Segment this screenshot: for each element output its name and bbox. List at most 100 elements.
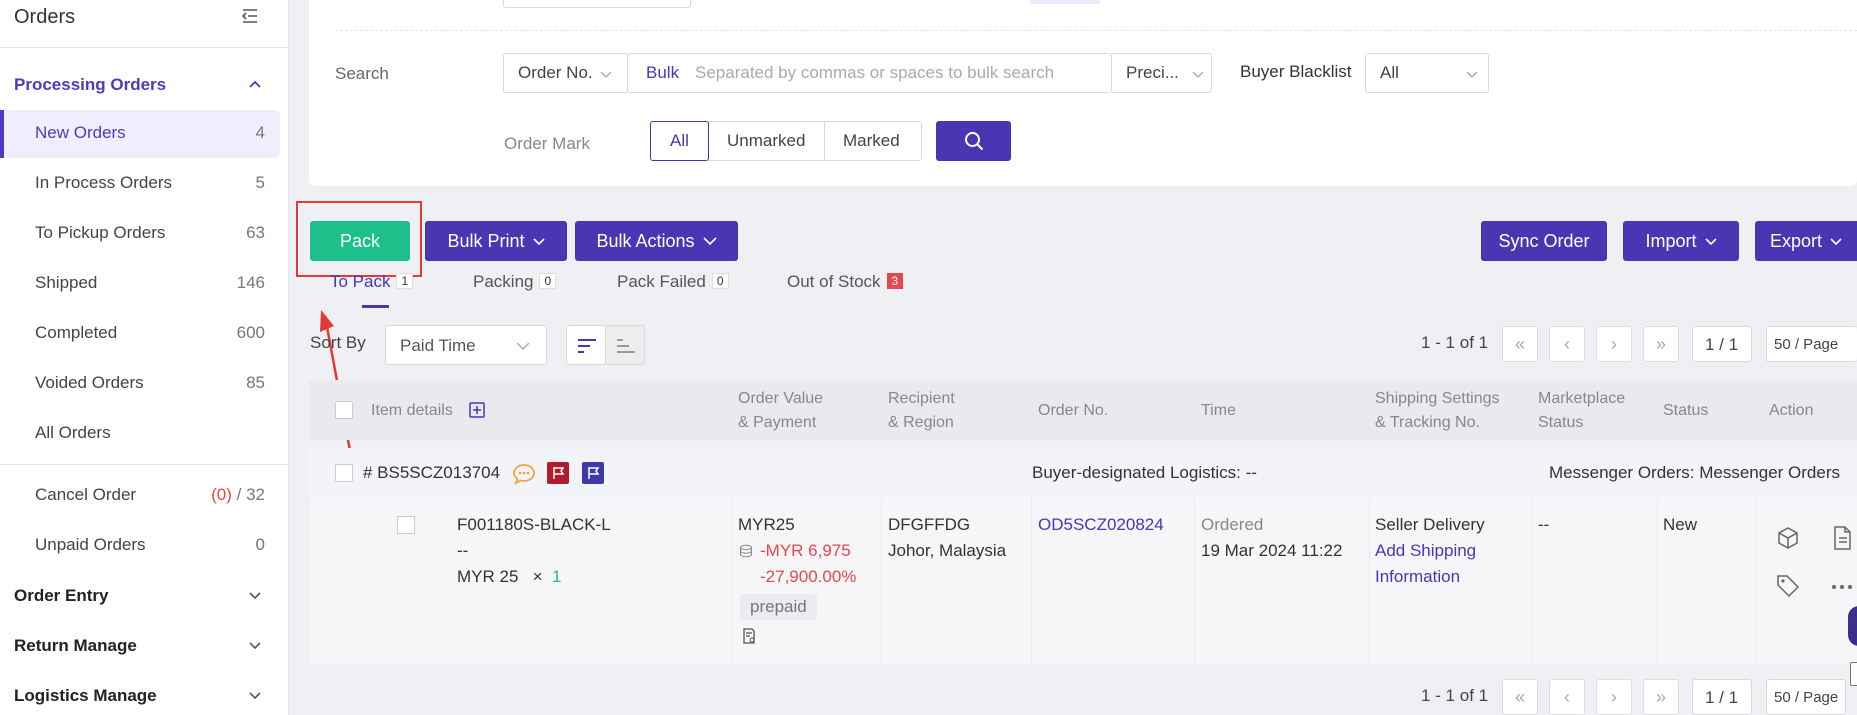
- chevron-up-icon[interactable]: [248, 77, 262, 91]
- chat-icon[interactable]: [512, 463, 536, 485]
- bulk-print-button[interactable]: Bulk Print: [425, 221, 567, 261]
- sidebar-item-unpaid-orders[interactable]: Unpaid Orders 0: [0, 522, 280, 570]
- search-label: Search: [335, 64, 389, 83]
- search-button[interactable]: [936, 121, 1011, 161]
- chevron-down-icon[interactable]: [248, 688, 262, 702]
- sidebar-item-completed[interactable]: Completed 600: [0, 310, 280, 358]
- sort-desc-button[interactable]: [566, 325, 606, 365]
- sidebar-item-count: 4: [255, 123, 265, 142]
- first-page-button[interactable]: «: [1502, 326, 1538, 362]
- time-label: Ordered: [1201, 515, 1264, 534]
- first-page-button[interactable]: «: [1502, 679, 1538, 715]
- sidebar-item-count: (0) / 32: [211, 485, 265, 504]
- filter-field-partial[interactable]: [503, 0, 691, 8]
- precision-select[interactable]: Preci...: [1111, 53, 1212, 93]
- sidebar-item-label: In Process Orders: [35, 173, 172, 192]
- chevron-down-icon: [1830, 238, 1842, 246]
- tab-packing[interactable]: Packing 0: [473, 272, 557, 292]
- expand-plus-icon[interactable]: [469, 402, 485, 418]
- sidebar-item-label: New Orders: [35, 123, 126, 142]
- search-type-select[interactable]: Order No.: [503, 53, 628, 93]
- messenger-info: Messenger Orders: Messenger Orders: [1549, 463, 1840, 482]
- flag-red-icon[interactable]: [547, 462, 569, 484]
- tag-icon[interactable]: [1776, 574, 1800, 598]
- sidebar-item-new-orders[interactable]: New Orders 4: [0, 110, 280, 158]
- last-page-button[interactable]: »: [1643, 679, 1679, 715]
- prev-page-button[interactable]: ‹: [1549, 679, 1585, 715]
- bulk-actions-button[interactable]: Bulk Actions: [575, 221, 738, 261]
- pagination-range-bottom: 1 - 1 of 1: [1421, 686, 1489, 705]
- order-id[interactable]: # BS5SCZ013704: [363, 463, 500, 483]
- profit-value: -MYR 6,975: [760, 541, 851, 560]
- sidebar-item-label: To Pickup Orders: [35, 223, 166, 242]
- payment-badge: prepaid: [740, 594, 817, 620]
- chevron-down-icon[interactable]: [248, 638, 262, 652]
- pagination-range: 1 - 1 of 1: [1421, 333, 1489, 352]
- next-page-button[interactable]: ›: [1596, 679, 1632, 715]
- next-page-button[interactable]: ›: [1596, 326, 1632, 362]
- page-number-input[interactable]: 1 / 1: [1692, 326, 1752, 362]
- chevron-down-icon: [702, 237, 717, 246]
- header-time: Time: [1201, 402, 1236, 419]
- page-number-input-bottom[interactable]: 1 / 1: [1692, 679, 1752, 715]
- search-placeholder: Separated by commas or spaces to bulk se…: [695, 63, 1055, 82]
- document-icon[interactable]: [1831, 526, 1853, 550]
- sidebar-item-label: All Orders: [35, 423, 111, 442]
- flag-blue-icon[interactable]: [582, 462, 604, 484]
- package-icon[interactable]: [1776, 526, 1800, 550]
- header-status: Status: [1663, 402, 1709, 419]
- profit-percentage: -27,900.00%: [760, 567, 857, 586]
- last-page-button[interactable]: »: [1643, 326, 1679, 362]
- bulk-label[interactable]: Bulk: [646, 63, 679, 83]
- tab-to-pack[interactable]: To Pack 1: [330, 272, 414, 292]
- prev-page-button[interactable]: ‹: [1549, 326, 1585, 362]
- sidebar-item-to-pickup-orders[interactable]: To Pickup Orders 63: [0, 210, 280, 258]
- sort-desc-icon: [578, 339, 596, 353]
- chevron-down-icon: [1704, 238, 1717, 246]
- sort-asc-button[interactable]: [605, 325, 645, 365]
- header-item-details: Item details: [371, 402, 453, 419]
- order-mark-marked[interactable]: Marked: [824, 121, 922, 161]
- table-header: Item details Order Value & Payment Recipi…: [309, 380, 1857, 440]
- sort-select[interactable]: Paid Time: [385, 325, 547, 365]
- export-button[interactable]: Export: [1755, 221, 1857, 261]
- floating-assistant-widget[interactable]: [1848, 606, 1857, 646]
- order-no-link[interactable]: OD5SCZ020824: [1038, 512, 1164, 538]
- header-marketplace-status: Marketplace Status: [1538, 390, 1626, 431]
- add-shipping-link[interactable]: Add Shipping Information: [1375, 538, 1476, 590]
- floating-side-tab[interactable]: [1850, 662, 1857, 686]
- sidebar: Orders Processing Orders New Orders 4 In…: [0, 0, 289, 715]
- search-input[interactable]: Bulk Separated by commas or spaces to bu…: [627, 53, 1112, 93]
- more-icon[interactable]: [1831, 584, 1853, 590]
- sidebar-item-cancel-order[interactable]: Cancel Order (0) / 32: [0, 472, 280, 520]
- sidebar-item-voided-orders[interactable]: Voided Orders 85: [0, 360, 280, 408]
- select-all-checkbox[interactable]: [335, 401, 353, 419]
- header-order-no: Order No.: [1038, 402, 1109, 419]
- header-shipping: Shipping Settings & Tracking No.: [1375, 390, 1500, 431]
- sidebar-item-count: 5: [255, 173, 265, 192]
- sidebar-item-label: Cancel Order: [35, 485, 137, 504]
- order-mark-unmarked[interactable]: Unmarked: [708, 121, 825, 161]
- page-size-select-bottom[interactable]: 50 / Page: [1766, 679, 1846, 715]
- tab-out-of-stock[interactable]: Out of Stock 3: [787, 272, 904, 292]
- order-checkbox[interactable]: [335, 464, 353, 482]
- group-return-manage[interactable]: Return Manage: [14, 636, 137, 656]
- product-image: [397, 516, 415, 534]
- sidebar-item-shipped[interactable]: Shipped 146: [0, 260, 280, 308]
- active-tab-indicator: [362, 305, 389, 308]
- invoice-icon[interactable]: [741, 628, 757, 644]
- order-mark-all[interactable]: All: [650, 121, 709, 161]
- group-logistics-manage[interactable]: Logistics Manage: [14, 686, 157, 706]
- sidebar-item-all-orders[interactable]: All Orders: [0, 410, 280, 458]
- group-processing-orders[interactable]: Processing Orders: [14, 75, 166, 95]
- sidebar-item-in-process-orders[interactable]: In Process Orders 5: [0, 160, 280, 208]
- sync-order-button[interactable]: Sync Order: [1481, 221, 1607, 261]
- collapse-menu-icon[interactable]: [240, 6, 260, 26]
- import-button[interactable]: Import: [1623, 221, 1739, 261]
- page-size-select[interactable]: 50 / Page: [1766, 326, 1857, 362]
- buyer-blacklist-select[interactable]: All: [1365, 53, 1489, 93]
- chevron-down-icon[interactable]: [248, 588, 262, 602]
- tab-pack-failed[interactable]: Pack Failed 0: [617, 272, 729, 292]
- group-order-entry[interactable]: Order Entry: [14, 586, 108, 606]
- sidebar-item-label: Shipped: [35, 273, 98, 292]
